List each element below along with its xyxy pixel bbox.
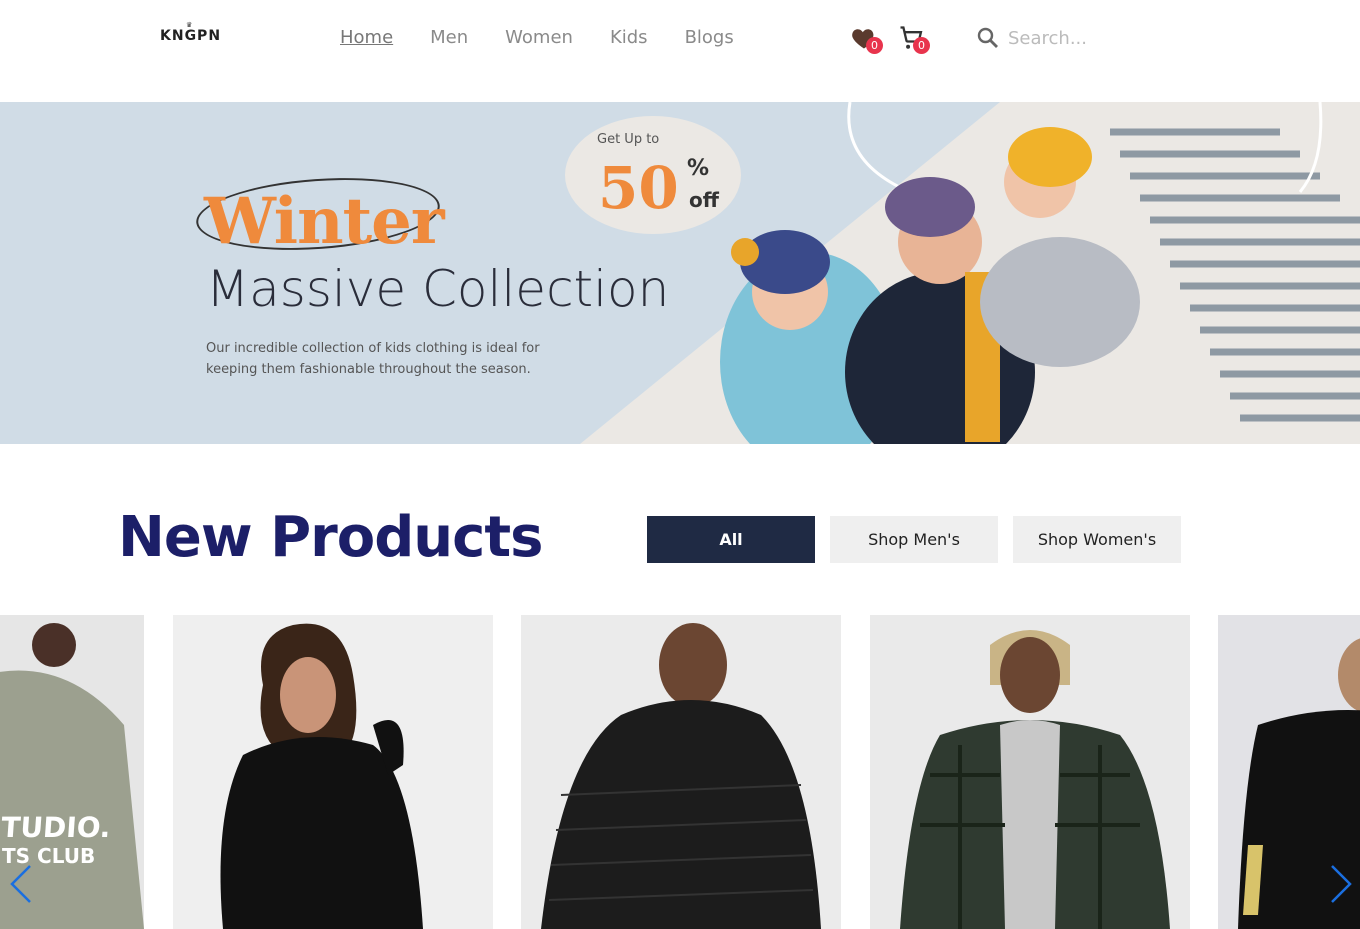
product-card[interactable] — [173, 615, 493, 929]
filter-mens-button[interactable]: Shop Men's — [830, 516, 998, 563]
nav-link-women[interactable]: Women — [505, 27, 573, 48]
search-bar — [976, 26, 1168, 50]
search-icon[interactable] — [976, 26, 1000, 50]
product-card[interactable] — [870, 615, 1190, 929]
wishlist-count-badge: 0 — [866, 37, 883, 54]
product-image — [870, 615, 1190, 929]
header-icons: 0 0 — [850, 24, 944, 54]
promo-badge: Get Up to 50 % off — [565, 116, 741, 234]
product-carousel[interactable]: STUDIO. TS CLUB — [0, 615, 1360, 929]
brand-logo-text: KNGPN — [160, 28, 222, 44]
promo-value: 50 — [598, 154, 679, 222]
banner-headline: Winter — [204, 184, 445, 259]
promo-suffix: off — [689, 188, 719, 212]
carousel-prev-arrow-icon[interactable] — [6, 862, 36, 906]
carousel-next-arrow-icon[interactable] — [1326, 862, 1356, 906]
wishlist-button[interactable]: 0 — [850, 24, 883, 54]
cart-button[interactable]: 0 — [897, 24, 930, 54]
main-menu: Home Men Women Kids Blogs — [340, 27, 771, 48]
nav-link-kids[interactable]: Kids — [610, 27, 648, 48]
card-print-line-1: STUDIO. — [0, 811, 112, 844]
nav-link-men[interactable]: Men — [430, 27, 468, 48]
banner-title: Massive Collection — [206, 260, 670, 318]
banner-description: Our incredible collection of kids clothi… — [206, 341, 540, 377]
crown-icon: ♛ — [186, 21, 194, 29]
hero-banner[interactable]: Winter Massive Collection Our incredible… — [0, 102, 1360, 444]
section-title: New Products — [118, 505, 543, 570]
brand-logo[interactable]: ♛ KNGPN — [160, 21, 222, 44]
promo-percent: % — [687, 156, 710, 181]
product-card[interactable] — [521, 615, 841, 929]
promo-prefix: Get Up to — [597, 132, 660, 147]
nav-link-blogs[interactable]: Blogs — [685, 27, 734, 48]
search-input[interactable] — [1008, 27, 1168, 49]
filter-womens-button[interactable]: Shop Women's — [1013, 516, 1181, 563]
product-image — [173, 615, 493, 929]
top-navigation: ♛ KNGPN Home Men Women Kids Blogs 0 0 — [0, 0, 1360, 102]
cart-count-badge: 0 — [913, 37, 930, 54]
product-filter-group: All Shop Men's Shop Women's — [647, 516, 1196, 563]
product-image — [521, 615, 841, 929]
nav-link-home[interactable]: Home — [340, 27, 393, 48]
filter-all-button[interactable]: All — [647, 516, 815, 563]
